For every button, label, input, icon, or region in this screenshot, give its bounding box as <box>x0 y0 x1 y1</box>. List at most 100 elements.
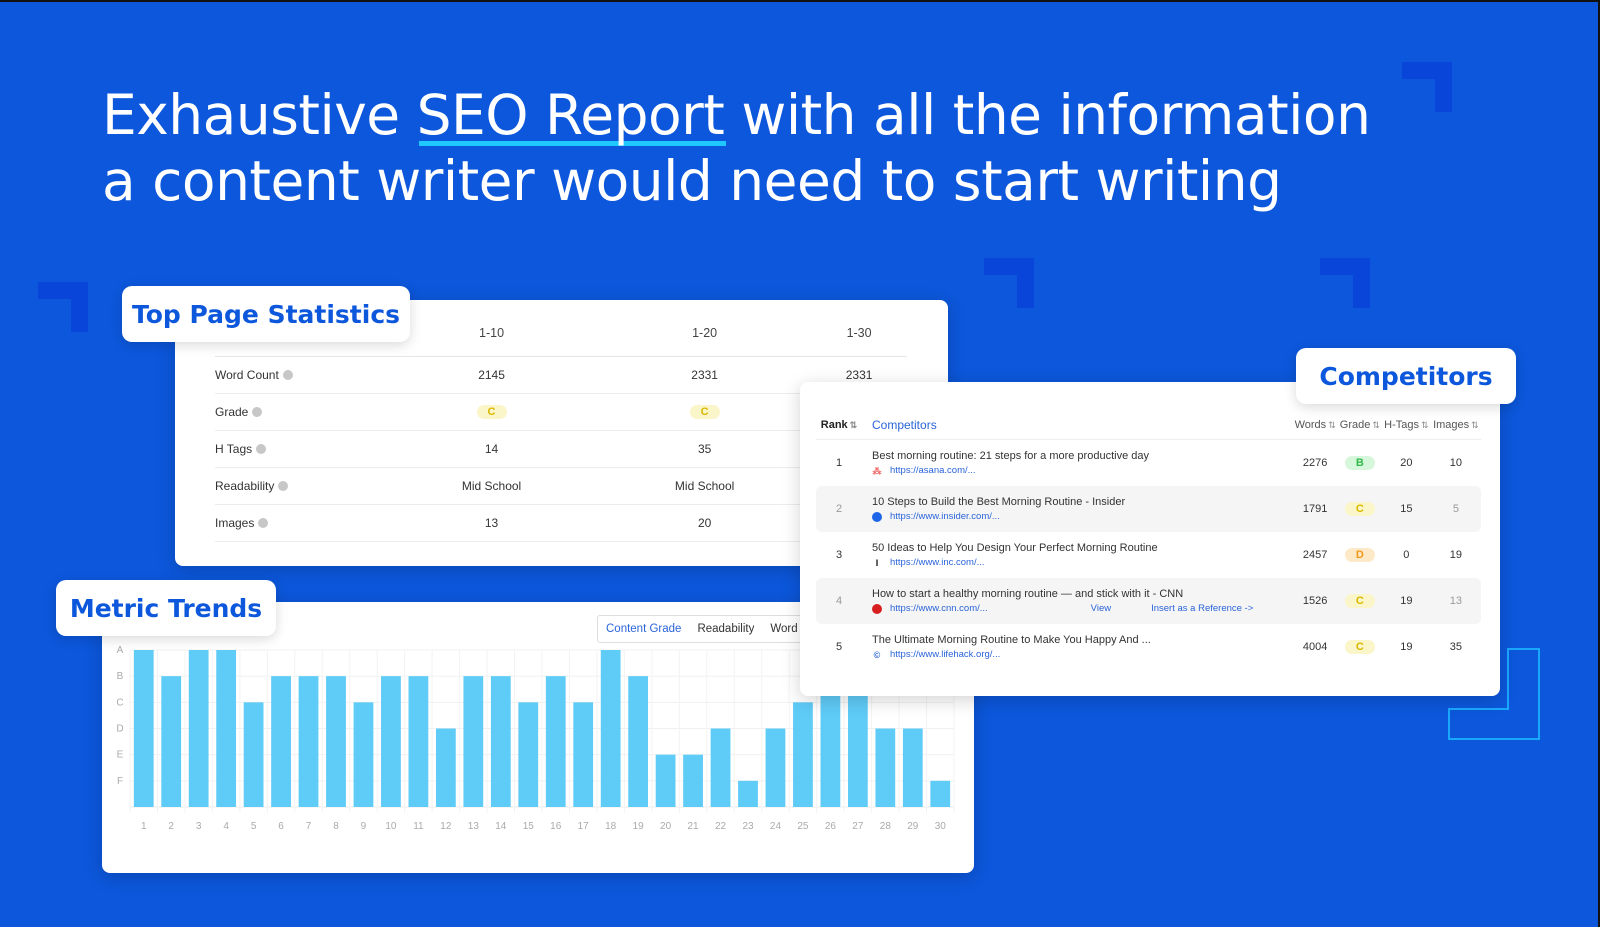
competitor-title[interactable]: 10 Steps to Build the Best Morning Routi… <box>872 496 1293 508</box>
bar-19[interactable] <box>628 676 649 807</box>
y-tick-label: D <box>116 724 123 735</box>
bar-2[interactable] <box>161 676 182 807</box>
competitor-url[interactable]: https://asana.com/... <box>890 465 976 476</box>
htags-cell: 20 <box>1400 457 1413 469</box>
competitor-row[interactable]: 5 The Ultimate Morning Routine to Make Y… <box>816 624 1481 670</box>
y-tick-label: C <box>116 697 123 708</box>
x-tick-label: 22 <box>715 821 727 832</box>
tab-content-grade[interactable]: Content Grade <box>598 623 689 635</box>
bar-6[interactable] <box>271 676 291 807</box>
corner-bracket-decoration <box>38 282 88 332</box>
rank-header[interactable]: Rank ⇅ <box>816 410 862 440</box>
competitor-row[interactable]: 2 10 Steps to Build the Best Morning Rou… <box>816 486 1481 532</box>
info-icon[interactable] <box>282 369 293 380</box>
grade-cell: C <box>1338 624 1382 670</box>
info-icon[interactable] <box>258 517 269 528</box>
htags-cell: 15 <box>1381 486 1431 532</box>
y-tick-label: E <box>117 750 124 761</box>
competitor-title[interactable]: The Ultimate Morning Routine to Make You… <box>872 634 1293 646</box>
competitor-title[interactable]: How to start a healthy morning routine —… <box>872 588 1293 600</box>
x-tick-label: 19 <box>633 821 645 832</box>
insert-reference-link[interactable]: Insert as a Reference -> <box>1151 603 1253 614</box>
bar-5[interactable] <box>243 702 264 807</box>
bar-9[interactable] <box>353 702 374 807</box>
bar-14[interactable] <box>490 676 511 807</box>
x-tick-label: 16 <box>550 821 562 832</box>
x-tick-label: 5 <box>251 821 257 832</box>
grade-badge: C <box>1344 594 1375 608</box>
bar-28[interactable] <box>875 728 896 808</box>
x-tick-label: 23 <box>742 821 754 832</box>
bar-21[interactable] <box>683 754 703 807</box>
stat-value: 20 <box>598 504 812 542</box>
stat-label: Readability <box>215 467 385 505</box>
x-tick-label: 17 <box>578 821 590 832</box>
images-cell: 35 <box>1449 641 1463 653</box>
competitor-info: The Ultimate Morning Routine to Make You… <box>862 624 1293 670</box>
competitor-url[interactable]: https://www.inc.com/... <box>890 557 985 568</box>
htags-header[interactable]: H-Tags ⇅ <box>1381 410 1431 440</box>
rank-cell: 1 <box>835 457 843 469</box>
headline-line2: a content writer would need to start wri… <box>102 149 1282 213</box>
bar-25[interactable] <box>793 702 813 807</box>
stat-label: Word Count <box>215 356 385 394</box>
headline-highlight: SEO Report <box>416 83 727 147</box>
bar-10[interactable] <box>381 676 401 807</box>
bar-24[interactable] <box>765 728 786 808</box>
bar-16[interactable] <box>545 676 566 807</box>
top-page-statistics-title: Top Page Statistics <box>122 286 410 342</box>
stat-label: Images <box>215 504 385 542</box>
competitor-url[interactable]: https://www.insider.com/... <box>890 511 1000 522</box>
headline-text: with all the information <box>724 83 1371 147</box>
bar-1[interactable] <box>133 650 154 807</box>
stat-value: Mid School <box>385 467 599 505</box>
grade-header[interactable]: Grade ⇅ <box>1337 410 1382 440</box>
x-tick-label: 24 <box>770 821 782 832</box>
bar-17[interactable] <box>573 702 594 807</box>
column-header: 1-20 <box>598 310 812 357</box>
bar-13[interactable] <box>463 676 484 807</box>
x-tick-label: 12 <box>440 821 452 832</box>
column-header: 1-10 <box>385 310 599 357</box>
grade-badge: D <box>1344 548 1375 562</box>
stat-value: 13 <box>385 504 599 542</box>
bar-22[interactable] <box>710 728 731 808</box>
grade-cell: C <box>1337 578 1382 624</box>
competitor-title[interactable]: 50 Ideas to Help You Design Your Perfect… <box>872 542 1293 554</box>
bar-8[interactable] <box>326 676 346 807</box>
grade-cell: B <box>1338 440 1382 486</box>
competitor-row[interactable]: 1 Best morning routine: 21 steps for a m… <box>816 440 1481 486</box>
sort-icon: ⇅ <box>1328 419 1336 430</box>
stat-value: 35 <box>598 430 812 468</box>
words-cell: 1791 <box>1292 486 1338 532</box>
bar-29[interactable] <box>902 728 923 808</box>
info-icon[interactable] <box>278 480 289 491</box>
view-link[interactable]: View <box>1091 603 1111 614</box>
bar-11[interactable] <box>408 676 429 807</box>
bar-23[interactable] <box>738 780 758 807</box>
competitor-url[interactable]: https://www.lifehack.org/... <box>890 649 1000 660</box>
images-cell: 5 <box>1430 486 1481 532</box>
bar-18[interactable] <box>600 650 621 807</box>
rank-cell: 5 <box>835 641 843 653</box>
x-tick-label: 26 <box>825 821 837 832</box>
bar-20[interactable] <box>655 754 676 807</box>
x-tick-label: 14 <box>495 821 507 832</box>
bar-4[interactable] <box>216 650 237 807</box>
bar-30[interactable] <box>930 780 951 807</box>
bar-7[interactable] <box>298 676 319 807</box>
words-header[interactable]: Words ⇅ <box>1292 410 1338 440</box>
bar-3[interactable] <box>188 650 209 807</box>
images-header[interactable]: Images ⇅ <box>1430 410 1481 440</box>
info-icon[interactable] <box>256 443 267 454</box>
bar-12[interactable] <box>435 728 456 808</box>
column-header: 1-30 <box>811 310 907 357</box>
competitor-title[interactable]: Best morning routine: 21 steps for a mor… <box>872 450 1293 462</box>
tab-readability[interactable]: Readability <box>689 623 762 635</box>
bar-15[interactable] <box>518 702 539 807</box>
competitor-row[interactable]: 3 50 Ideas to Help You Design Your Perfe… <box>816 532 1481 578</box>
competitor-url[interactable]: https://www.cnn.com/... <box>890 603 988 614</box>
info-icon[interactable] <box>252 406 263 417</box>
promo-banner: Exhaustive SEO Report with all the infor… <box>0 2 1598 927</box>
competitor-row[interactable]: 4 How to start a healthy morning routine… <box>816 578 1481 624</box>
